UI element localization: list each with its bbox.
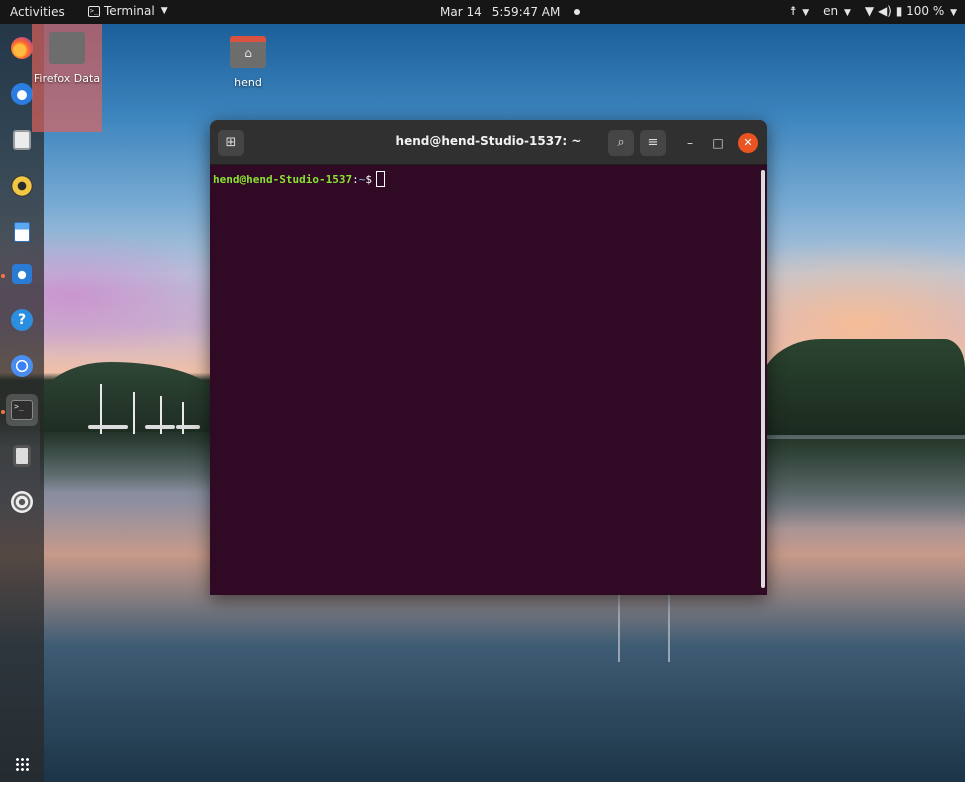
mast-reflection bbox=[618, 592, 620, 662]
clock-date: Mar 14 bbox=[440, 5, 482, 19]
accessibility-menu[interactable]: ☨ ▼ bbox=[790, 4, 809, 18]
dock-item-writer[interactable] bbox=[6, 216, 38, 248]
activities-button[interactable]: Activities bbox=[10, 5, 65, 19]
clock-time: 5:59:47 AM bbox=[491, 5, 561, 19]
terminal-output[interactable]: hend@hend-Studio-1537:~$ bbox=[210, 166, 767, 595]
chevron-down-icon: ▼ bbox=[950, 8, 957, 18]
treeline-right bbox=[760, 339, 965, 435]
software-icon bbox=[12, 264, 32, 284]
firefox-icon bbox=[11, 37, 33, 59]
text-cursor bbox=[375, 171, 385, 187]
sailboat-hull bbox=[176, 425, 200, 429]
terminal-window[interactable]: ⊞ hend@hend-Studio-1537: ~ ⌕ ≡ – □ ✕ hen… bbox=[210, 120, 767, 595]
desktop-icon-label: hend bbox=[234, 76, 262, 89]
chevron-down-icon: ▼ bbox=[843, 8, 851, 18]
chevron-down-icon: ▼ bbox=[802, 8, 810, 18]
home-folder-icon: ⌂ bbox=[230, 36, 266, 68]
sailboat-mast bbox=[182, 402, 184, 434]
dock-item-rhythmbox[interactable] bbox=[6, 170, 38, 202]
app-menu-terminal[interactable]: >_ Terminal ▼ bbox=[88, 4, 168, 18]
app-grid-icon bbox=[15, 757, 29, 771]
app-menu-label: Terminal bbox=[104, 4, 155, 18]
system-menu[interactable]: ▼ ◀) ▮ 100 % ▼ bbox=[865, 4, 957, 18]
close-button[interactable]: ✕ bbox=[738, 133, 758, 153]
dock-item-screenshot[interactable] bbox=[6, 440, 38, 472]
running-indicator bbox=[1, 410, 5, 414]
rhythmbox-icon bbox=[11, 175, 33, 197]
maximize-button[interactable]: □ bbox=[708, 133, 728, 153]
clock[interactable]: Mar 14 5:59:47 AM bbox=[440, 5, 581, 19]
maximize-icon: □ bbox=[712, 136, 724, 150]
sailboat-hull bbox=[88, 425, 128, 429]
prompt-symbol: $ bbox=[365, 173, 372, 186]
help-icon: ? bbox=[11, 309, 33, 331]
writer-icon bbox=[14, 222, 30, 242]
show-applications-button[interactable] bbox=[6, 748, 38, 780]
sailboat-mast bbox=[133, 392, 135, 434]
treeline-left bbox=[40, 362, 215, 432]
screenshot-icon bbox=[13, 445, 31, 467]
system-tray: ☨ ▼ en ▼ ▼ ◀) ▮ 100 % ▼ bbox=[790, 4, 957, 18]
prompt-user-host: hend@hend-Studio-1537 bbox=[213, 173, 353, 186]
search-icon: ⌕ bbox=[617, 135, 625, 150]
volume-icon: ◀) bbox=[877, 4, 892, 18]
dock-item-help[interactable]: ? bbox=[6, 304, 38, 336]
search-button[interactable]: ⌕ bbox=[608, 130, 634, 156]
dock-item-disc[interactable] bbox=[6, 486, 38, 518]
language-menu[interactable]: en ▼ bbox=[823, 4, 851, 18]
top-bar: Activities >_ Terminal ▼ Mar 14 5:59:47 … bbox=[0, 0, 965, 24]
sailboat-hull bbox=[145, 425, 175, 429]
running-indicator bbox=[1, 274, 5, 278]
water-reflection-left bbox=[40, 432, 215, 492]
close-icon: ✕ bbox=[743, 136, 753, 149]
dock-item-chromium[interactable] bbox=[6, 350, 38, 382]
wifi-icon: ▼ bbox=[864, 4, 875, 18]
desktop-icon-firefox-data[interactable]: Firefox Data bbox=[32, 24, 102, 132]
dock: ? >_ bbox=[0, 24, 44, 782]
thunderbird-icon bbox=[11, 83, 33, 105]
minimize-icon: – bbox=[687, 136, 693, 150]
prompt-separator: : bbox=[352, 173, 359, 186]
minimize-button[interactable]: – bbox=[680, 133, 700, 153]
language-label: en bbox=[823, 4, 839, 18]
chromium-icon bbox=[11, 355, 33, 377]
battery-icon: ▮ bbox=[895, 4, 903, 18]
files-icon bbox=[13, 130, 31, 150]
hamburger-icon: ≡ bbox=[647, 135, 659, 150]
terminal-icon: >_ bbox=[88, 5, 100, 17]
dock-item-terminal[interactable]: >_ bbox=[6, 394, 38, 426]
terminal-header-bar[interactable]: ⊞ hend@hend-Studio-1537: ~ ⌕ ≡ – □ ✕ bbox=[210, 120, 767, 165]
dock-item-software[interactable] bbox=[6, 258, 38, 290]
water-reflection-right bbox=[760, 439, 965, 529]
terminal-scrollbar[interactable] bbox=[761, 170, 765, 588]
battery-percent: 100 % bbox=[906, 4, 945, 18]
chevron-down-icon: ▼ bbox=[160, 6, 168, 16]
terminal-icon: >_ bbox=[11, 400, 33, 420]
accessibility-icon: ☨ bbox=[789, 4, 797, 18]
home-icon: ⌂ bbox=[244, 46, 252, 60]
desktop-icon-home[interactable]: ⌂ hend bbox=[213, 28, 283, 89]
mast-reflection bbox=[668, 592, 670, 662]
menu-button[interactable]: ≡ bbox=[640, 130, 666, 156]
notification-dot bbox=[574, 9, 581, 15]
folder-icon bbox=[49, 32, 85, 64]
disc-icon bbox=[11, 491, 33, 513]
desktop-icon-label: Firefox Data bbox=[33, 72, 101, 85]
